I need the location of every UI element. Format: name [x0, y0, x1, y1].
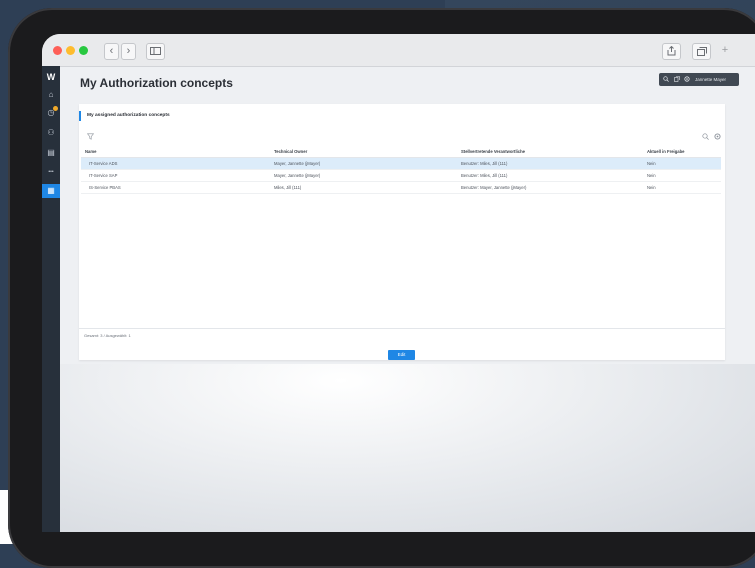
cell-owner: Miles, Jill (111): [274, 185, 302, 190]
cell-name: IT-Service SAP: [89, 173, 118, 178]
gear-icon[interactable]: [684, 73, 690, 87]
history-icon[interactable]: ◷: [42, 106, 60, 120]
users-icon[interactable]: ⚇: [42, 126, 60, 140]
more-icon[interactable]: •••: [42, 165, 60, 179]
cell-status: Nein: [647, 161, 656, 166]
user-menu[interactable]: Jannette Mayer: [659, 73, 739, 86]
filter-icon[interactable]: [86, 133, 95, 142]
user-name: Jannette Mayer: [695, 77, 727, 82]
selection-count: Gesamt: 3 / Ausgewählt: 1: [84, 333, 131, 338]
table-row[interactable]: IT-Service SAP Mayer, Jannette (jMayer) …: [81, 170, 721, 182]
chevron-right-icon[interactable]: ›: [121, 43, 136, 60]
cell-deputy: Benutzer: Miles, Jill (111): [461, 173, 508, 178]
column-header-deputy[interactable]: Stellvertretende Verantwortliche: [461, 147, 525, 157]
share-icon[interactable]: [662, 43, 681, 60]
screen: ‹ › + W ⌂ ◷ ⚇ ▤ ••• ▦ My Authorization c…: [42, 34, 755, 532]
edit-button[interactable]: Edit: [388, 350, 415, 360]
section-title: My assigned authorization concepts: [79, 111, 170, 121]
tabs-icon[interactable]: [692, 43, 711, 60]
cell-owner: Mayer, Jannette (jMayer): [274, 173, 321, 178]
column-header-name[interactable]: Name: [85, 147, 96, 157]
column-header-owner[interactable]: Technical Owner: [274, 147, 307, 157]
table-row[interactable]: IT-Service ADS Mayer, Jannette (jMayer) …: [81, 158, 721, 170]
cell-name: IS-Service PBAS: [89, 185, 121, 190]
document-icon[interactable]: ▤: [42, 146, 60, 160]
calendar-icon[interactable]: ▦: [42, 184, 60, 198]
gear-icon[interactable]: [714, 133, 721, 142]
home-icon[interactable]: ⌂: [42, 88, 60, 102]
column-header-status[interactable]: Aktuell in Freigabe: [647, 147, 684, 157]
cell-status: Nein: [647, 185, 656, 190]
plus-icon[interactable]: +: [719, 43, 731, 58]
app-sidebar: W ⌂ ◷ ⚇ ▤ ••• ▦: [42, 66, 60, 532]
cell-status: Nein: [647, 173, 656, 178]
divider: [79, 328, 725, 329]
cell-name: IT-Service ADS: [89, 161, 118, 166]
copy-icon[interactable]: [674, 73, 680, 87]
background-wallpaper: [60, 364, 755, 532]
page-title: My Authorization concepts: [80, 76, 233, 90]
cell-owner: Mayer, Jannette (jMayer): [274, 161, 321, 166]
search-icon[interactable]: [702, 133, 709, 142]
search-icon[interactable]: [663, 73, 669, 87]
tablet-frame: ‹ › + W ⌂ ◷ ⚇ ▤ ••• ▦ My Authorization c…: [8, 8, 755, 568]
browser-toolbar: ‹ › +: [42, 34, 755, 67]
minimize-window-button[interactable]: [66, 46, 75, 55]
table-header: Name Technical Owner Stellvertretende Ve…: [81, 147, 721, 158]
concepts-panel: My assigned authorization concepts Name …: [79, 104, 725, 360]
sidebar-icon[interactable]: [146, 43, 165, 60]
app-logo: W: [46, 72, 56, 82]
close-window-button[interactable]: [53, 46, 62, 55]
cell-deputy: Benutzer: Miles, Jill (111): [461, 161, 508, 166]
chevron-left-icon[interactable]: ‹: [104, 43, 119, 60]
table-row[interactable]: IS-Service PBAS Miles, Jill (111) Benutz…: [81, 182, 721, 194]
maximize-window-button[interactable]: [79, 46, 88, 55]
cell-deputy: Benutzer: Mayer, Jannette (jMayer): [461, 185, 527, 190]
notification-badge: [53, 106, 58, 111]
